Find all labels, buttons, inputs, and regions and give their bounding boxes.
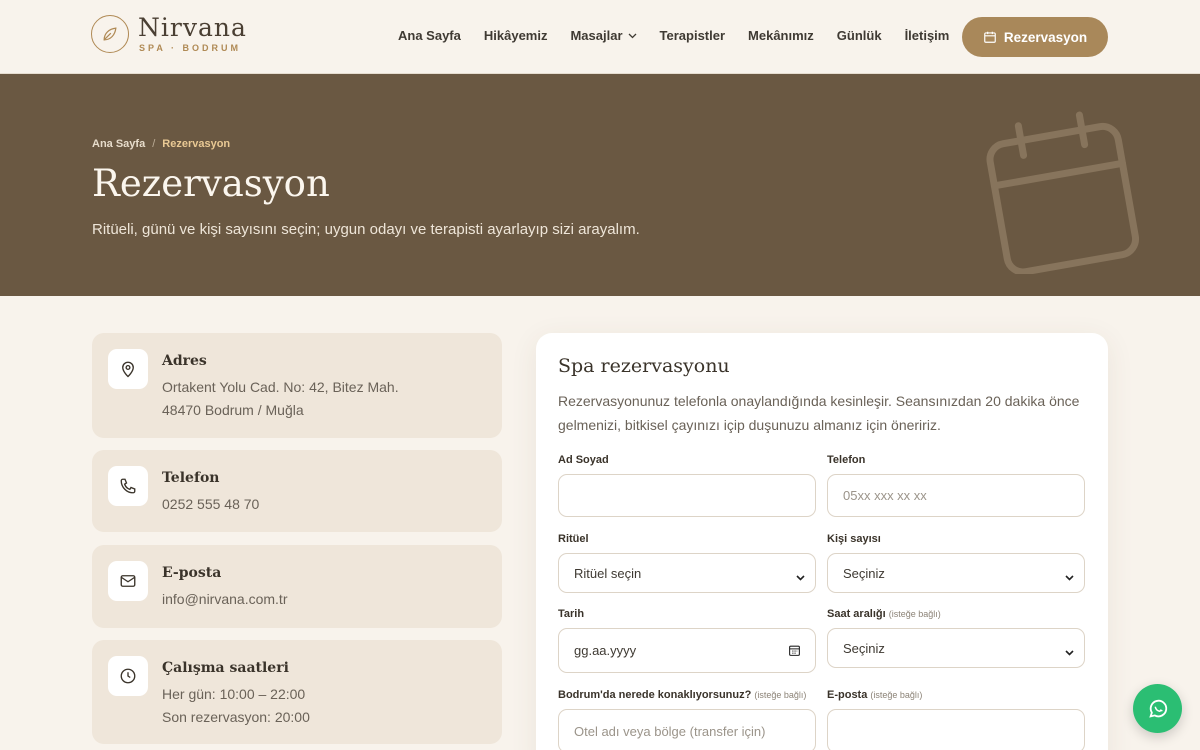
hours-line-2: Son rezervasyon: 20:00	[162, 709, 310, 725]
phone-card: Telefon 0252 555 48 70	[92, 450, 502, 532]
phone-label: Telefon	[827, 454, 866, 466]
email-title: E-posta	[162, 565, 222, 581]
reserve-button[interactable]: Rezervasyon	[962, 17, 1108, 57]
page-hero: Ana Sayfa / Rezervasyon Rezervasyon Ritü…	[0, 74, 1200, 296]
main-nav: Ana Sayfa Hikâyemiz Masajlar Terapistler…	[398, 28, 972, 43]
address-line-1: Ortakent Yolu Cad. No: 42, Bitez Mah.	[162, 379, 399, 395]
chevron-down-icon	[628, 33, 637, 39]
date-input[interactable]: gg.aa.yyyy	[558, 628, 816, 673]
email-optional-note: (isteğe bağlı)	[870, 690, 923, 700]
chevron-down-icon	[1065, 644, 1074, 659]
chevron-down-icon	[796, 569, 805, 584]
date-label: Tarih	[558, 608, 585, 620]
email-input[interactable]	[827, 709, 1085, 750]
stay-input[interactable]: Otel adı veya bölge (transfer için)	[558, 709, 816, 750]
nav-massages-label: Masajlar	[570, 28, 623, 43]
address-card: Adres Ortakent Yolu Cad. No: 42, Bitez M…	[92, 333, 502, 438]
guests-select-value: Seçiniz	[843, 565, 885, 581]
address-title: Adres	[162, 353, 207, 369]
nav-contact[interactable]: İletişim	[905, 28, 950, 43]
ritual-label: Ritüel	[558, 533, 589, 545]
email-label-text: E-posta	[827, 689, 868, 701]
form-intro: Rezervasyonunuz telefonla onaylandığında…	[558, 393, 1080, 433]
calendar-icon	[978, 104, 1148, 279]
name-label: Ad Soyad	[558, 454, 609, 466]
guests-label: Kişi sayısı	[827, 533, 881, 545]
brand-tagline: SPA · BODRUM	[139, 43, 241, 53]
brand-name: Nirvana	[138, 13, 247, 42]
reservation-form: Spa rezervasyonu Rezervasyonunuz telefon…	[536, 333, 1108, 750]
hours-title: Çalışma saatleri	[162, 660, 289, 676]
phone-value[interactable]: 0252 555 48 70	[162, 496, 259, 512]
whatsapp-button[interactable]	[1133, 684, 1182, 733]
breadcrumb-separator: /	[152, 138, 156, 150]
stay-optional-note: (isteğe bağlı)	[754, 690, 807, 700]
nav-journal[interactable]: Günlük	[837, 28, 882, 43]
map-pin-icon	[108, 349, 148, 389]
whatsapp-icon	[1148, 699, 1167, 718]
nav-story[interactable]: Hikâyemiz	[484, 28, 548, 43]
calendar-icon[interactable]	[788, 644, 801, 660]
site-header: Nirvana SPA · BODRUM Ana Sayfa Hikâyemiz…	[0, 0, 1200, 74]
clock-icon	[108, 656, 148, 696]
ritual-select-value: Ritüel seçin	[574, 565, 642, 581]
stay-label: Bodrum'da nerede konaklıyorsunuz? (isteğ…	[558, 689, 806, 701]
chevron-down-icon	[1065, 569, 1074, 584]
page-subtitle: Ritüeli, günü ve kişi sayısını seçin; uy…	[92, 221, 640, 238]
time-label: Saat aralığı (isteğe bağlı)	[827, 608, 941, 620]
breadcrumb-current: Rezervasyon	[162, 138, 231, 150]
breadcrumb-home[interactable]: Ana Sayfa	[92, 138, 145, 150]
email-value[interactable]: info@nirvana.com.tr	[162, 591, 287, 607]
leaf-icon	[91, 15, 129, 53]
calendar-icon	[984, 31, 996, 43]
reserve-button-label: Rezervasyon	[1003, 29, 1088, 45]
stay-label-text: Bodrum'da nerede konaklıyorsunuz?	[558, 689, 752, 701]
guests-select[interactable]: Seçiniz	[827, 553, 1085, 593]
ritual-select[interactable]: Ritüel seçin	[558, 553, 816, 593]
email-label: E-posta (isteğe bağlı)	[827, 689, 922, 701]
nav-venue[interactable]: Mekânımız	[748, 28, 814, 43]
hours-line-1: Her gün: 10:00 – 22:00	[162, 686, 306, 702]
time-label-text: Saat aralığı	[827, 608, 886, 620]
date-input-value: gg.aa.yyyy	[574, 643, 637, 658]
logo[interactable]: Nirvana SPA · BODRUM	[91, 15, 247, 53]
form-title: Spa rezervasyonu	[558, 355, 730, 377]
time-optional-note: (isteğe bağlı)	[888, 609, 941, 619]
mail-icon	[108, 561, 148, 601]
phone-icon	[108, 466, 148, 506]
email-card: E-posta info@nirvana.com.tr	[92, 545, 502, 628]
page-title: Rezervasyon	[92, 162, 330, 205]
time-select-value: Seçiniz	[843, 640, 885, 656]
time-select[interactable]: Seçiniz	[827, 628, 1085, 668]
nav-massages[interactable]: Masajlar	[570, 28, 636, 43]
breadcrumb: Ana Sayfa / Rezervasyon	[92, 138, 230, 150]
name-input[interactable]	[558, 474, 816, 517]
nav-home[interactable]: Ana Sayfa	[398, 28, 461, 43]
hours-card: Çalışma saatleri Her gün: 10:00 – 22:00 …	[92, 640, 502, 744]
phone-title: Telefon	[162, 470, 220, 486]
nav-therapists[interactable]: Terapistler	[660, 28, 726, 43]
phone-input[interactable]: 05xx xxx xx xx	[827, 474, 1085, 517]
address-line-2: 48470 Bodrum / Muğla	[162, 402, 304, 418]
